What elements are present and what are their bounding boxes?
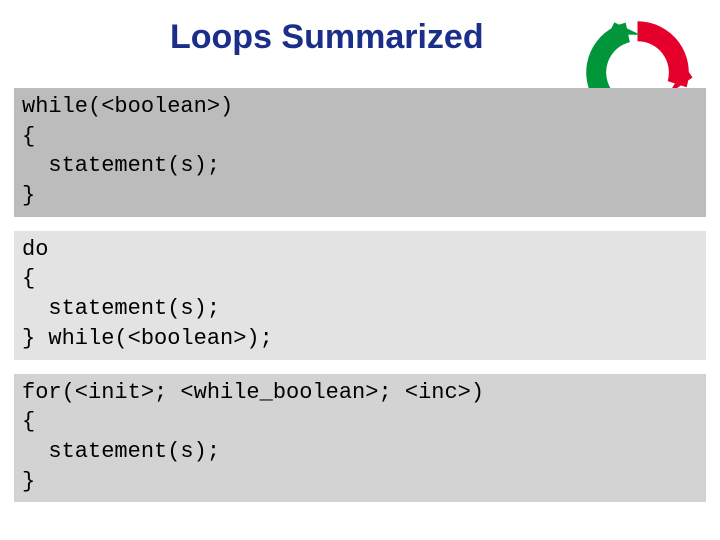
code-blocks: while(<boolean>) { statement(s); } do { … xyxy=(14,88,706,502)
spacer xyxy=(14,360,706,374)
slide: Loops Summarized whil xyxy=(0,0,720,540)
do-while-loop-block: do { statement(s); } while(<boolean>); xyxy=(14,231,706,360)
while-loop-block: while(<boolean>) { statement(s); } xyxy=(14,88,706,217)
for-loop-block: for(<init>; <while_boolean>; <inc>) { st… xyxy=(14,374,706,503)
arrow-red xyxy=(638,21,693,94)
spacer xyxy=(14,217,706,231)
slide-title: Loops Summarized xyxy=(170,18,484,57)
